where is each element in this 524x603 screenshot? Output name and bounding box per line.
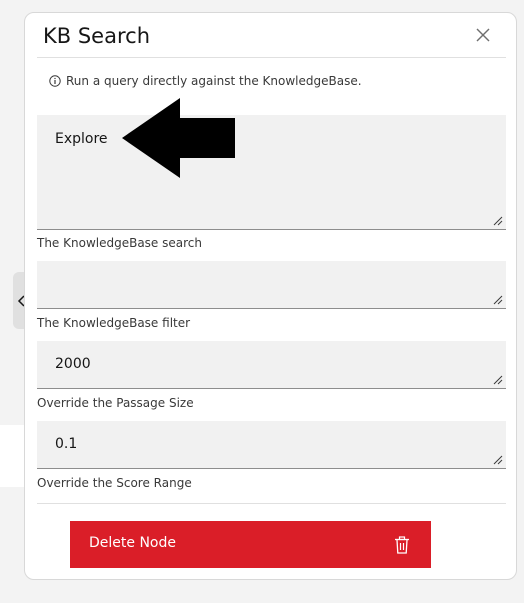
resize-handle-icon[interactable]: [493, 375, 503, 385]
close-button[interactable]: [473, 25, 493, 45]
resize-handle-icon[interactable]: [493, 295, 503, 305]
resize-handle-icon[interactable]: [493, 216, 503, 226]
resize-handle-icon[interactable]: [493, 455, 503, 465]
header-divider: [37, 57, 506, 58]
footer-divider: [37, 503, 506, 504]
kb-search-textarea[interactable]: Explore: [37, 115, 506, 230]
left-arrow-annotation: [122, 98, 235, 178]
info-row: Run a query directly against the Knowled…: [49, 74, 362, 88]
close-icon: [476, 28, 490, 42]
delete-node-label: Delete Node: [89, 535, 176, 551]
kb-search-panel: KB Search Run a query directly against t…: [24, 12, 517, 580]
info-text: Run a query directly against the Knowled…: [66, 74, 362, 88]
field-value: 2000: [55, 356, 91, 372]
delete-node-button[interactable]: Delete Node: [70, 521, 431, 568]
passage-size-textarea[interactable]: 2000: [37, 341, 506, 389]
trash-icon: [395, 536, 409, 554]
field-value: 0.1: [55, 436, 78, 452]
score-range-textarea[interactable]: 0.1: [37, 421, 506, 469]
field-label: The KnowledgeBase filter: [37, 316, 191, 330]
field-value: Explore: [55, 131, 108, 147]
info-icon: [49, 75, 61, 87]
field-label: The KnowledgeBase search: [37, 236, 202, 250]
panel-title: KB Search: [43, 24, 150, 48]
field-label: Override the Passage Size: [37, 396, 194, 410]
field-label: Override the Score Range: [37, 476, 192, 490]
kb-filter-textarea[interactable]: [37, 261, 506, 309]
